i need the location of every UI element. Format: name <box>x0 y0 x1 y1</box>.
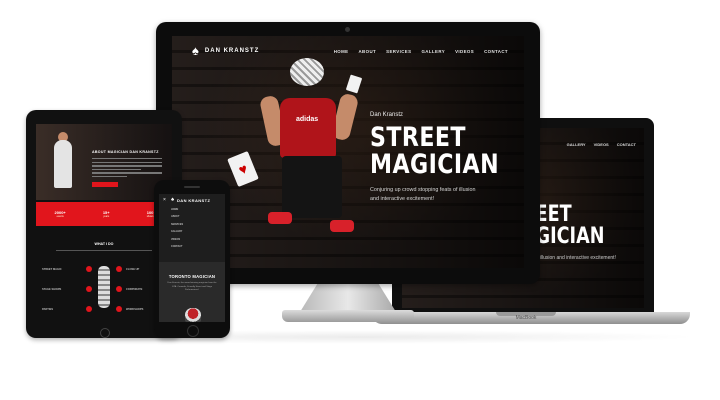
nav-contact[interactable]: CONTACT <box>484 49 508 54</box>
phone-nav-videos[interactable]: VIDEOS <box>171 238 183 241</box>
service-icon <box>116 286 122 292</box>
phone-nav-home[interactable]: HOME <box>171 208 183 211</box>
service-item[interactable]: STREET MAGIC <box>42 268 62 271</box>
phone-nav-contact[interactable]: CONTACT <box>171 245 183 248</box>
laptop-nav: GALLERY VIDEOS CONTACT <box>567 142 636 147</box>
spade-icon: ♠ <box>192 43 200 58</box>
card-hat <box>290 58 324 86</box>
site-logo-text: DAN KRANSTZ <box>204 48 260 54</box>
phone-nav-services[interactable]: SERVICES <box>171 223 183 226</box>
phone-nav-gallery[interactable]: GALLERY <box>171 230 183 233</box>
monitor-stand-base <box>282 310 414 322</box>
phone-brand[interactable]: DAN KRANSTZ <box>177 198 210 203</box>
home-button-icon <box>100 328 110 338</box>
magician-photo <box>54 140 72 188</box>
service-icon <box>86 306 92 312</box>
tablet-about-heading: ABOUT MAGICIAN DAN KRANSTZ <box>92 150 159 154</box>
phone-hero-title: TORONTO MAGICIAN <box>168 274 216 279</box>
phone-menu-panel <box>159 194 225 262</box>
hero-subtitle: Conjuring up crowd stopping feats of ill… <box>370 187 476 202</box>
service-icon <box>116 306 122 312</box>
speaker-icon <box>184 186 200 188</box>
magician-legs <box>282 156 342 218</box>
laptop-nav-videos[interactable]: VIDEOS <box>594 142 609 147</box>
phone-hero-subtitle: Dan Kranstz, the award winning magician … <box>167 282 217 292</box>
phone-device: × ♠ DAN KRANSTZ HOME ABOUT SERVICES GALL… <box>154 180 230 338</box>
site-logo[interactable]: ♠ DAN KRANSTZ <box>192 43 260 58</box>
monitor-stand-neck <box>300 284 396 312</box>
tablet-what-i-do-heading: WHAT I DO <box>94 242 114 246</box>
phone-nav-about[interactable]: ABOUT <box>171 215 183 218</box>
stat-label: years <box>103 215 110 218</box>
hero-title: STREET MAGICIAN <box>370 122 500 180</box>
hero-title-line1: STREET <box>370 122 466 153</box>
stat-label: events <box>56 215 64 218</box>
magician-shirt <box>280 98 336 158</box>
phone-nav-menu: HOME ABOUT SERVICES GALLERY VIDEOS CONTA… <box>171 208 183 252</box>
tablet-what-i-do-subtext <box>56 250 152 252</box>
service-item[interactable]: PARTIES <box>42 308 53 311</box>
tablet-read-more-button[interactable] <box>92 182 118 187</box>
sneaker <box>330 220 354 232</box>
stat-item: 100 shows <box>147 210 154 218</box>
stat-item: 2000+ events <box>55 210 66 218</box>
stat-item: 15+ years <box>103 210 110 218</box>
home-button-icon <box>187 325 199 337</box>
shirt-logo: adidas <box>296 116 319 123</box>
nav-home[interactable]: HOME <box>334 49 349 54</box>
stat-label: shows <box>146 215 154 218</box>
camera-icon <box>345 27 350 32</box>
desktop-navbar: ♠ DAN KRANSTZ HOME ABOUT SERVICES GALLER… <box>192 44 508 58</box>
hero-title-line2: MAGICIAN <box>370 149 500 180</box>
service-icon <box>86 266 92 272</box>
service-item[interactable]: STAGE SHOWS <box>42 288 61 291</box>
phone-screen: × ♠ DAN KRANSTZ HOME ABOUT SERVICES GALL… <box>159 194 225 322</box>
tablet-screen: ABOUT MAGICIAN DAN KRANSTZ 2000+ events … <box>36 124 172 324</box>
desktop-nav-menu: HOME ABOUT SERVICES GALLERY VIDEOS CONTA… <box>334 49 508 54</box>
close-icon[interactable]: × <box>163 197 166 203</box>
spade-icon: ♠ <box>171 197 175 203</box>
service-item[interactable]: CORPORATE <box>126 288 142 291</box>
nav-gallery[interactable]: GALLERY <box>421 49 445 54</box>
sneaker <box>268 212 292 224</box>
laptop-nav-contact[interactable]: CONTACT <box>617 142 636 147</box>
heart-card-icon <box>185 308 201 322</box>
nav-services[interactable]: SERVICES <box>386 49 411 54</box>
tablet-about-text <box>92 158 162 179</box>
tablet-stats-bar: 2000+ events 15+ years 100 shows <box>36 202 172 226</box>
nav-videos[interactable]: VIDEOS <box>455 49 474 54</box>
service-item[interactable]: CLOSE UP <box>126 268 139 271</box>
laptop-brand: MacBook <box>515 315 537 321</box>
desktop-hero: Dan Kranstz STREET MAGICIAN Conjuring up… <box>370 112 510 204</box>
laptop-nav-gallery[interactable]: GALLERY <box>567 142 586 147</box>
magician-figure <box>98 266 110 308</box>
nav-about[interactable]: ABOUT <box>358 49 376 54</box>
service-item[interactable]: WORKSHOPS <box>126 308 143 311</box>
service-icon <box>86 286 92 292</box>
hero-name: Dan Kranstz <box>370 112 404 118</box>
service-icon <box>116 266 122 272</box>
